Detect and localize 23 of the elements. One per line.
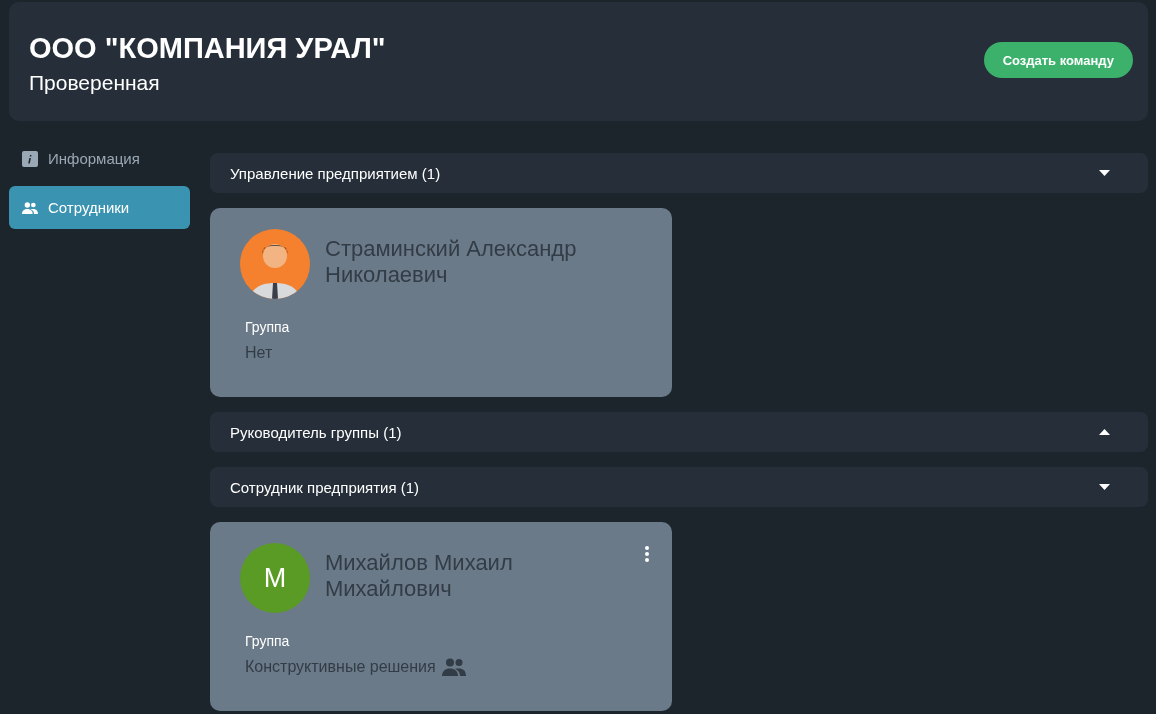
- section-header[interactable]: Управление предприятием (1): [210, 153, 1148, 193]
- caret-icon[interactable]: [1099, 170, 1110, 176]
- company-status: Проверенная: [29, 71, 161, 95]
- group-label: Группа: [245, 319, 291, 335]
- employee-name: Страминский Александр Николаевич: [325, 235, 578, 289]
- sidebar-item[interactable]: Сотрудники: [9, 186, 190, 229]
- avatar-initial: М: [240, 543, 310, 613]
- section-title: Управление предприятием (1): [230, 164, 441, 182]
- employee-name: Михайлов Михаил Михайлович: [325, 549, 514, 603]
- caret-icon[interactable]: [1099, 484, 1110, 490]
- info-icon: [22, 150, 38, 167]
- company-title: ООО "КОМПАНИЯ УРАЛ": [29, 32, 386, 65]
- section-title: Руководитель группы (1): [230, 423, 402, 441]
- section-title: Сотрудник предприятия (1): [230, 478, 420, 496]
- caret-icon[interactable]: [1099, 429, 1110, 435]
- section-header[interactable]: Сотрудник предприятия (1): [210, 467, 1148, 507]
- sidebar-item[interactable]: Информация: [9, 137, 190, 180]
- more-menu-icon[interactable]: [642, 544, 652, 564]
- users-icon: [22, 201, 38, 214]
- group-value: Конструктивные решения: [245, 658, 436, 676]
- group-value: Нет: [245, 344, 273, 362]
- section-header[interactable]: Руководитель группы (1): [210, 412, 1148, 452]
- group-label: Группа: [245, 633, 291, 649]
